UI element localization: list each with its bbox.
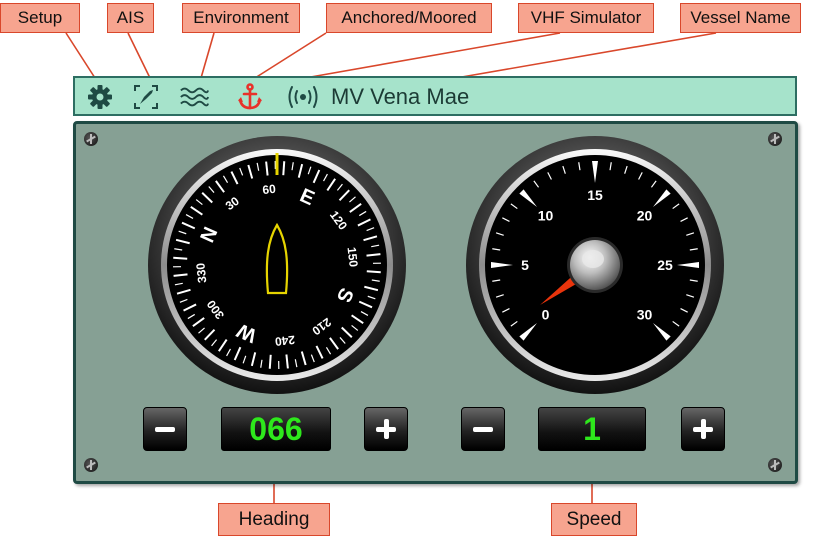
toolbar: MV Vena Mae (73, 76, 797, 116)
minus-icon (473, 426, 493, 432)
plus-icon-v (700, 419, 706, 439)
compass-tick (366, 270, 381, 274)
minus-icon (155, 426, 175, 432)
speed-label-25: 25 (657, 257, 673, 273)
screw-bottom-left (84, 458, 98, 472)
callout-vessel-name: Vessel Name (680, 3, 801, 33)
ais-icon[interactable] (131, 83, 161, 111)
speed-label-30: 30 (637, 306, 653, 322)
callout-anchored: Anchored/Moored (326, 3, 492, 33)
anchor-icon[interactable] (235, 83, 265, 111)
speed-increment-button[interactable] (681, 407, 725, 451)
speed-label-20: 20 (637, 208, 653, 224)
compass-number-60: 60 (262, 182, 277, 197)
compass-dial: NESW3060120150210240300330 (148, 136, 406, 394)
radio-broadcast-icon[interactable] (285, 83, 321, 111)
callout-vhf: VHF Simulator (518, 3, 654, 33)
screw-top-left (84, 132, 98, 146)
speed-dial: 0 5 10 15 20 25 30 (466, 136, 724, 394)
screw-bottom-right (768, 458, 782, 472)
compass-number-240: 240 (274, 333, 296, 349)
screw-top-right (768, 132, 782, 146)
gear-icon[interactable] (85, 83, 115, 111)
speed-label-10: 10 (538, 208, 554, 224)
plus-icon-v (383, 419, 389, 439)
speed-decrement-button[interactable] (461, 407, 505, 451)
compass-number-150: 150 (345, 246, 361, 268)
callout-setup: Setup (0, 3, 80, 33)
heading-increment-button[interactable] (364, 407, 408, 451)
callout-environment: Environment (182, 3, 300, 33)
compass-tick (282, 161, 286, 176)
speed-label-5: 5 (521, 257, 529, 273)
waves-icon[interactable] (179, 83, 209, 111)
compass-tick (268, 354, 272, 369)
callout-speed: Speed (551, 503, 637, 536)
speed-label-15: 15 (587, 187, 603, 203)
speed-label-0: 0 (542, 306, 550, 322)
heading-display: 066 (221, 407, 331, 451)
compass-number-330: 330 (193, 262, 209, 284)
vessel-name[interactable]: MV Vena Mae (331, 84, 469, 110)
instrument-panel: N E S W 30 60 120 150 210 240 300 330 0 … (73, 121, 798, 484)
speed-display: 1 (538, 407, 646, 451)
heading-decrement-button[interactable] (143, 407, 187, 451)
callout-ais: AIS (107, 3, 154, 33)
compass-tick (173, 256, 188, 260)
callout-heading: Heading (218, 503, 330, 536)
